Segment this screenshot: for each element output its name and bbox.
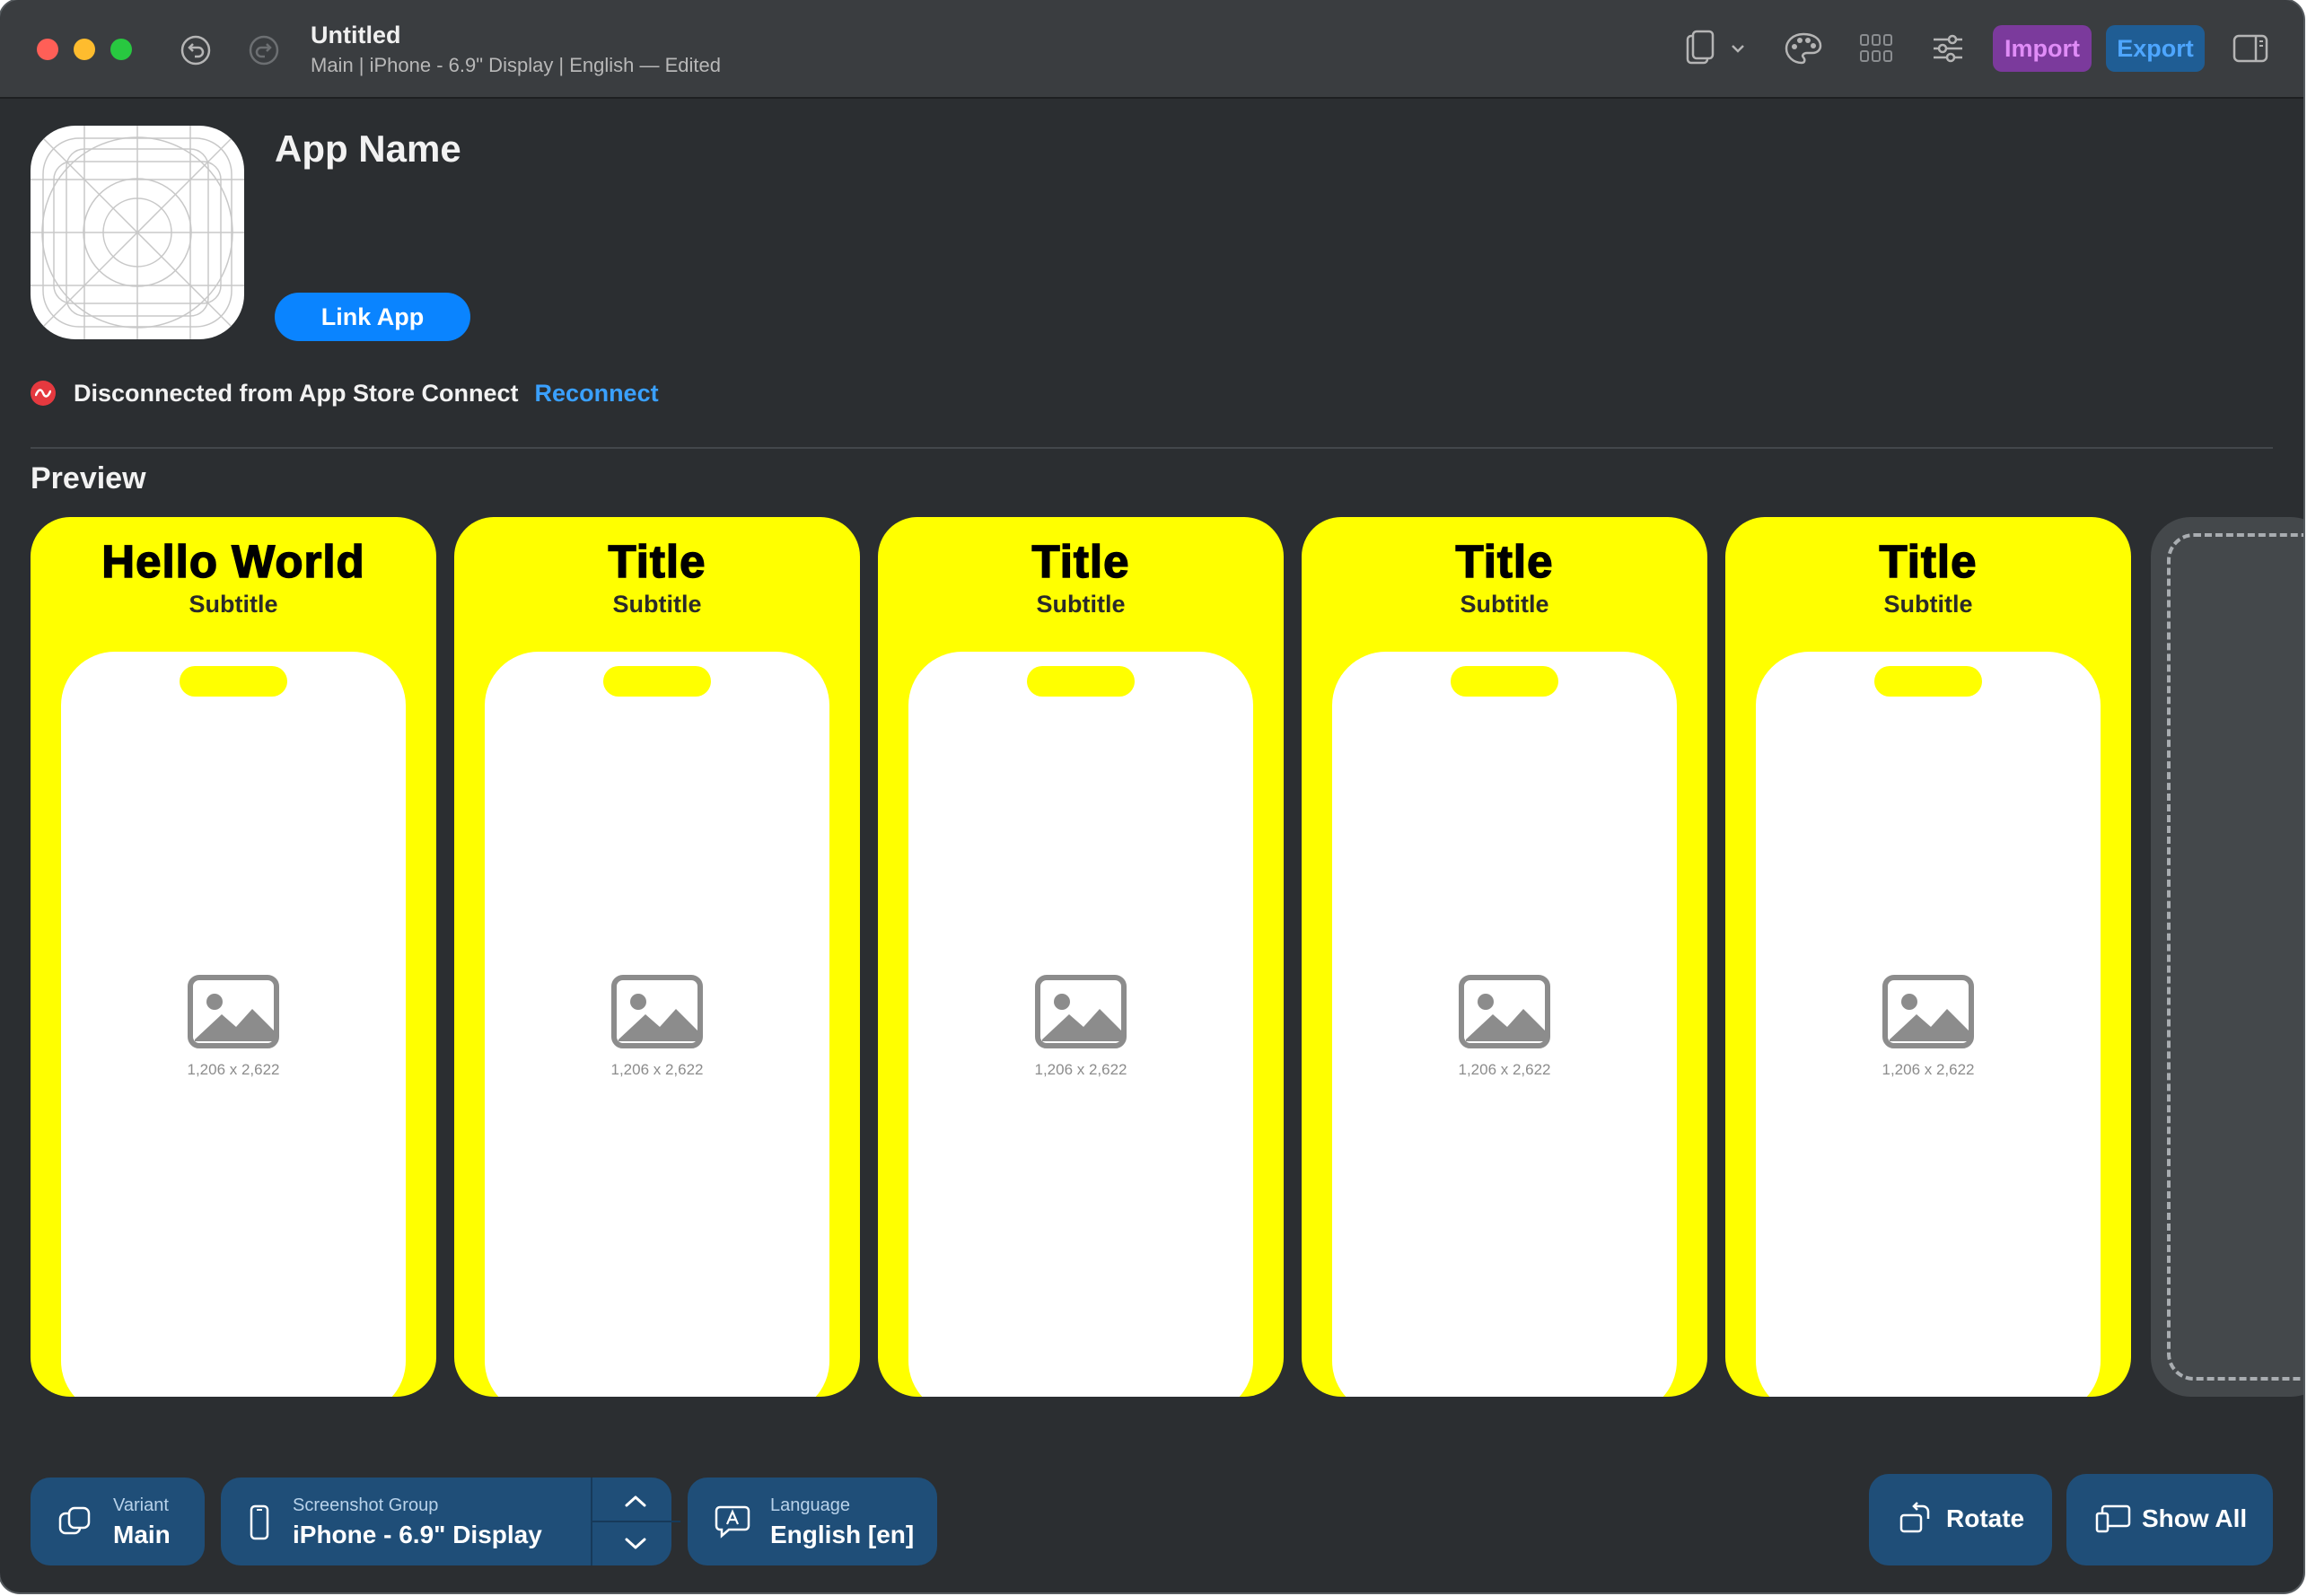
close-window-button[interactable] (37, 39, 58, 60)
minimize-window-button[interactable] (74, 39, 95, 60)
screenshot-group-value: iPhone - 6.9" Display (293, 1521, 542, 1548)
reconnect-link[interactable]: Reconnect (535, 380, 659, 408)
title-bar: Untitled Main | iPhone - 6.9" Display | … (0, 0, 2303, 99)
language-picker[interactable]: Language English [en] (688, 1478, 937, 1565)
app-icon-placeholder[interactable] (31, 126, 244, 339)
screenshot-card[interactable]: Title Subtitle 1,206 x 2,622 (1302, 517, 1707, 1397)
language-value: English [en] (770, 1521, 915, 1548)
status-message: Disconnected from App Store Connect (74, 379, 519, 407)
variant-icon (57, 1504, 93, 1545)
image-dimensions: 1,206 x 2,622 (187, 1061, 280, 1078)
add-screenshot-card[interactable] (2151, 517, 2303, 1397)
sidebar-icon[interactable] (2232, 31, 2269, 66)
phone-frame[interactable]: 1,206 x 2,622 (61, 652, 406, 1397)
chevron-up-icon[interactable] (609, 1486, 662, 1515)
language-icon (715, 1504, 750, 1543)
dynamic-island (1451, 666, 1558, 697)
card-subtitle: Subtitle (1460, 591, 1549, 618)
dynamic-island (603, 666, 711, 697)
divider (31, 447, 2273, 449)
card-title: Title (1031, 535, 1130, 588)
export-button[interactable]: Export (2106, 25, 2205, 72)
zoom-window-button[interactable] (110, 39, 132, 60)
device-frame-menu[interactable] (1682, 29, 1754, 68)
card-subtitle: Subtitle (1036, 591, 1126, 618)
screenshot-card[interactable]: Hello World Subtitle 1,206 x 2,622 (31, 517, 436, 1397)
show-all-button[interactable]: Show All (2066, 1474, 2273, 1565)
screenshot-group-label: Screenshot Group (293, 1495, 439, 1515)
rotate-button[interactable]: Rotate (1869, 1474, 2052, 1565)
grid-icon[interactable] (1858, 31, 1894, 66)
app-window: Untitled Main | iPhone - 6.9" Display | … (0, 0, 2303, 1592)
phone-frame[interactable]: 1,206 x 2,622 (1756, 652, 2101, 1397)
variant-picker[interactable]: Variant Main (31, 1478, 205, 1565)
sliders-icon[interactable] (1930, 31, 1966, 66)
screenshot-card[interactable]: Title Subtitle 1,206 x 2,622 (1725, 517, 2131, 1397)
rotate-icon (1898, 1501, 1934, 1541)
chevron-down-icon[interactable] (609, 1530, 662, 1558)
image-dimensions: 1,206 x 2,622 (1882, 1061, 1975, 1078)
card-title: Title (1455, 535, 1554, 588)
redo-icon[interactable] (246, 32, 282, 68)
image-placeholder-icon (1035, 975, 1127, 1048)
connection-status: Disconnected from App Store Connect Reco… (31, 377, 659, 409)
variant-value: Main (113, 1521, 171, 1548)
undo-icon[interactable] (178, 32, 214, 68)
image-dimensions: 1,206 x 2,622 (1034, 1061, 1127, 1078)
phone-frame[interactable]: 1,206 x 2,622 (485, 652, 829, 1397)
card-title: Title (1879, 535, 1978, 588)
window-title: Untitled (311, 22, 401, 48)
screenshot-card[interactable]: Title Subtitle 1,206 x 2,622 (878, 517, 1284, 1397)
screenshot-card[interactable]: Title Subtitle 1,206 x 2,622 (454, 517, 860, 1397)
dynamic-island (1027, 666, 1135, 697)
image-placeholder-icon (611, 975, 703, 1048)
screenshot-group-picker[interactable]: Screenshot Group iPhone - 6.9" Display (221, 1478, 680, 1565)
link-app-button[interactable]: Link App (275, 293, 470, 341)
image-placeholder-icon (1459, 975, 1550, 1048)
image-dimensions: 1,206 x 2,622 (1458, 1061, 1551, 1078)
stepper-divider (592, 1521, 680, 1522)
devices-icon (2095, 1503, 2131, 1538)
window-subtitle: Main | iPhone - 6.9" Display | English —… (311, 54, 722, 76)
import-button[interactable]: Import (1993, 25, 2092, 72)
image-placeholder-icon (1882, 975, 1974, 1048)
card-title: Title (608, 535, 706, 588)
variant-label: Variant (113, 1495, 169, 1515)
show-all-label: Show All (2142, 1504, 2248, 1532)
card-subtitle: Subtitle (612, 591, 702, 618)
disconnected-icon (31, 381, 56, 406)
app-name: App Name (275, 127, 461, 170)
phone-frame[interactable]: 1,206 x 2,622 (908, 652, 1253, 1397)
phone-frame[interactable]: 1,206 x 2,622 (1332, 652, 1677, 1397)
iphone-icon (250, 1504, 269, 1545)
preview-heading: Preview (31, 461, 146, 495)
image-dimensions: 1,206 x 2,622 (610, 1061, 704, 1078)
rotate-label: Rotate (1946, 1504, 2025, 1532)
palette-icon[interactable] (1783, 29, 1824, 68)
card-title: Hello World (101, 535, 365, 588)
language-label: Language (770, 1495, 850, 1515)
card-subtitle: Subtitle (189, 591, 278, 618)
dynamic-island (180, 666, 287, 697)
card-subtitle: Subtitle (1883, 591, 1973, 618)
add-screenshot-dropzone[interactable] (2167, 533, 2303, 1381)
dynamic-island (1874, 666, 1982, 697)
image-placeholder-icon (188, 975, 279, 1048)
